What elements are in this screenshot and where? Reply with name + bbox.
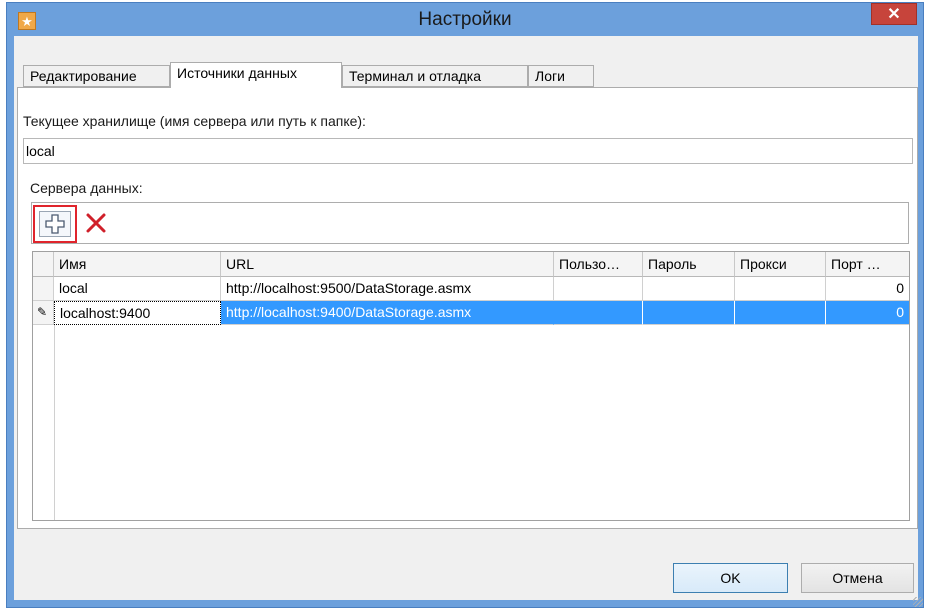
table-cell-user[interactable] [554, 277, 643, 301]
tab-data-sources[interactable]: Источники данных [170, 62, 342, 88]
edit-row-pencil-icon[interactable]: ✎ [33, 301, 54, 325]
table-cell-port[interactable]: 0 [826, 277, 909, 301]
column-header-user[interactable]: Пользо… [554, 252, 643, 277]
tab-terminal-debug[interactable]: Терминал и отладка [342, 65, 528, 87]
column-header-password[interactable]: Пароль [643, 252, 735, 277]
table-cell-name[interactable]: local [54, 277, 221, 301]
table-cell-proxy[interactable] [735, 301, 826, 325]
add-server-button[interactable] [33, 205, 77, 243]
tab-editing[interactable]: Редактирование [23, 65, 170, 87]
cancel-button[interactable]: Отмена [801, 563, 914, 593]
column-header-proxy[interactable]: Прокси [735, 252, 826, 277]
table-cell-port[interactable]: 0 [826, 301, 909, 325]
servers-label: Сервера данных: [30, 180, 143, 196]
column-header-url[interactable]: URL [221, 252, 554, 277]
tab-strip: Редактирование Источники данных Терминал… [23, 62, 623, 88]
table-cell-proxy[interactable] [735, 277, 826, 301]
table-cell-name[interactable]: localhost:9400 [54, 301, 221, 325]
ok-button[interactable]: OK [673, 563, 788, 593]
storage-label: Текущее хранилище (имя сервера или путь … [23, 113, 366, 129]
storage-input[interactable] [23, 138, 913, 164]
table-cell-password[interactable] [643, 301, 735, 325]
table-cell-user[interactable] [554, 301, 643, 325]
table-cell-url[interactable]: http://localhost:9400/DataStorage.asmx [221, 301, 554, 325]
row-header-corner [33, 252, 54, 277]
resize-grip[interactable] [913, 597, 923, 607]
table-cell-url[interactable]: http://localhost:9500/DataStorage.asmx [221, 277, 554, 301]
delete-x-icon [86, 213, 106, 233]
row-header[interactable] [33, 277, 54, 301]
servers-toolbar [31, 202, 909, 244]
delete-server-button[interactable] [80, 208, 112, 238]
table-cell-password[interactable] [643, 277, 735, 301]
row-header-column [33, 325, 55, 520]
servers-grid[interactable]: Имя URL Пользо… Пароль Прокси Порт … loc… [32, 251, 910, 521]
window-title: Настройки [418, 9, 512, 30]
column-header-name[interactable]: Имя [54, 252, 221, 277]
plus-icon [39, 211, 71, 237]
close-button[interactable]: ✕ [871, 3, 917, 25]
column-header-port[interactable]: Порт … [826, 252, 909, 277]
tab-logs[interactable]: Логи [528, 65, 594, 87]
title-bar[interactable]: ★ Настройки ✕ [7, 3, 923, 37]
